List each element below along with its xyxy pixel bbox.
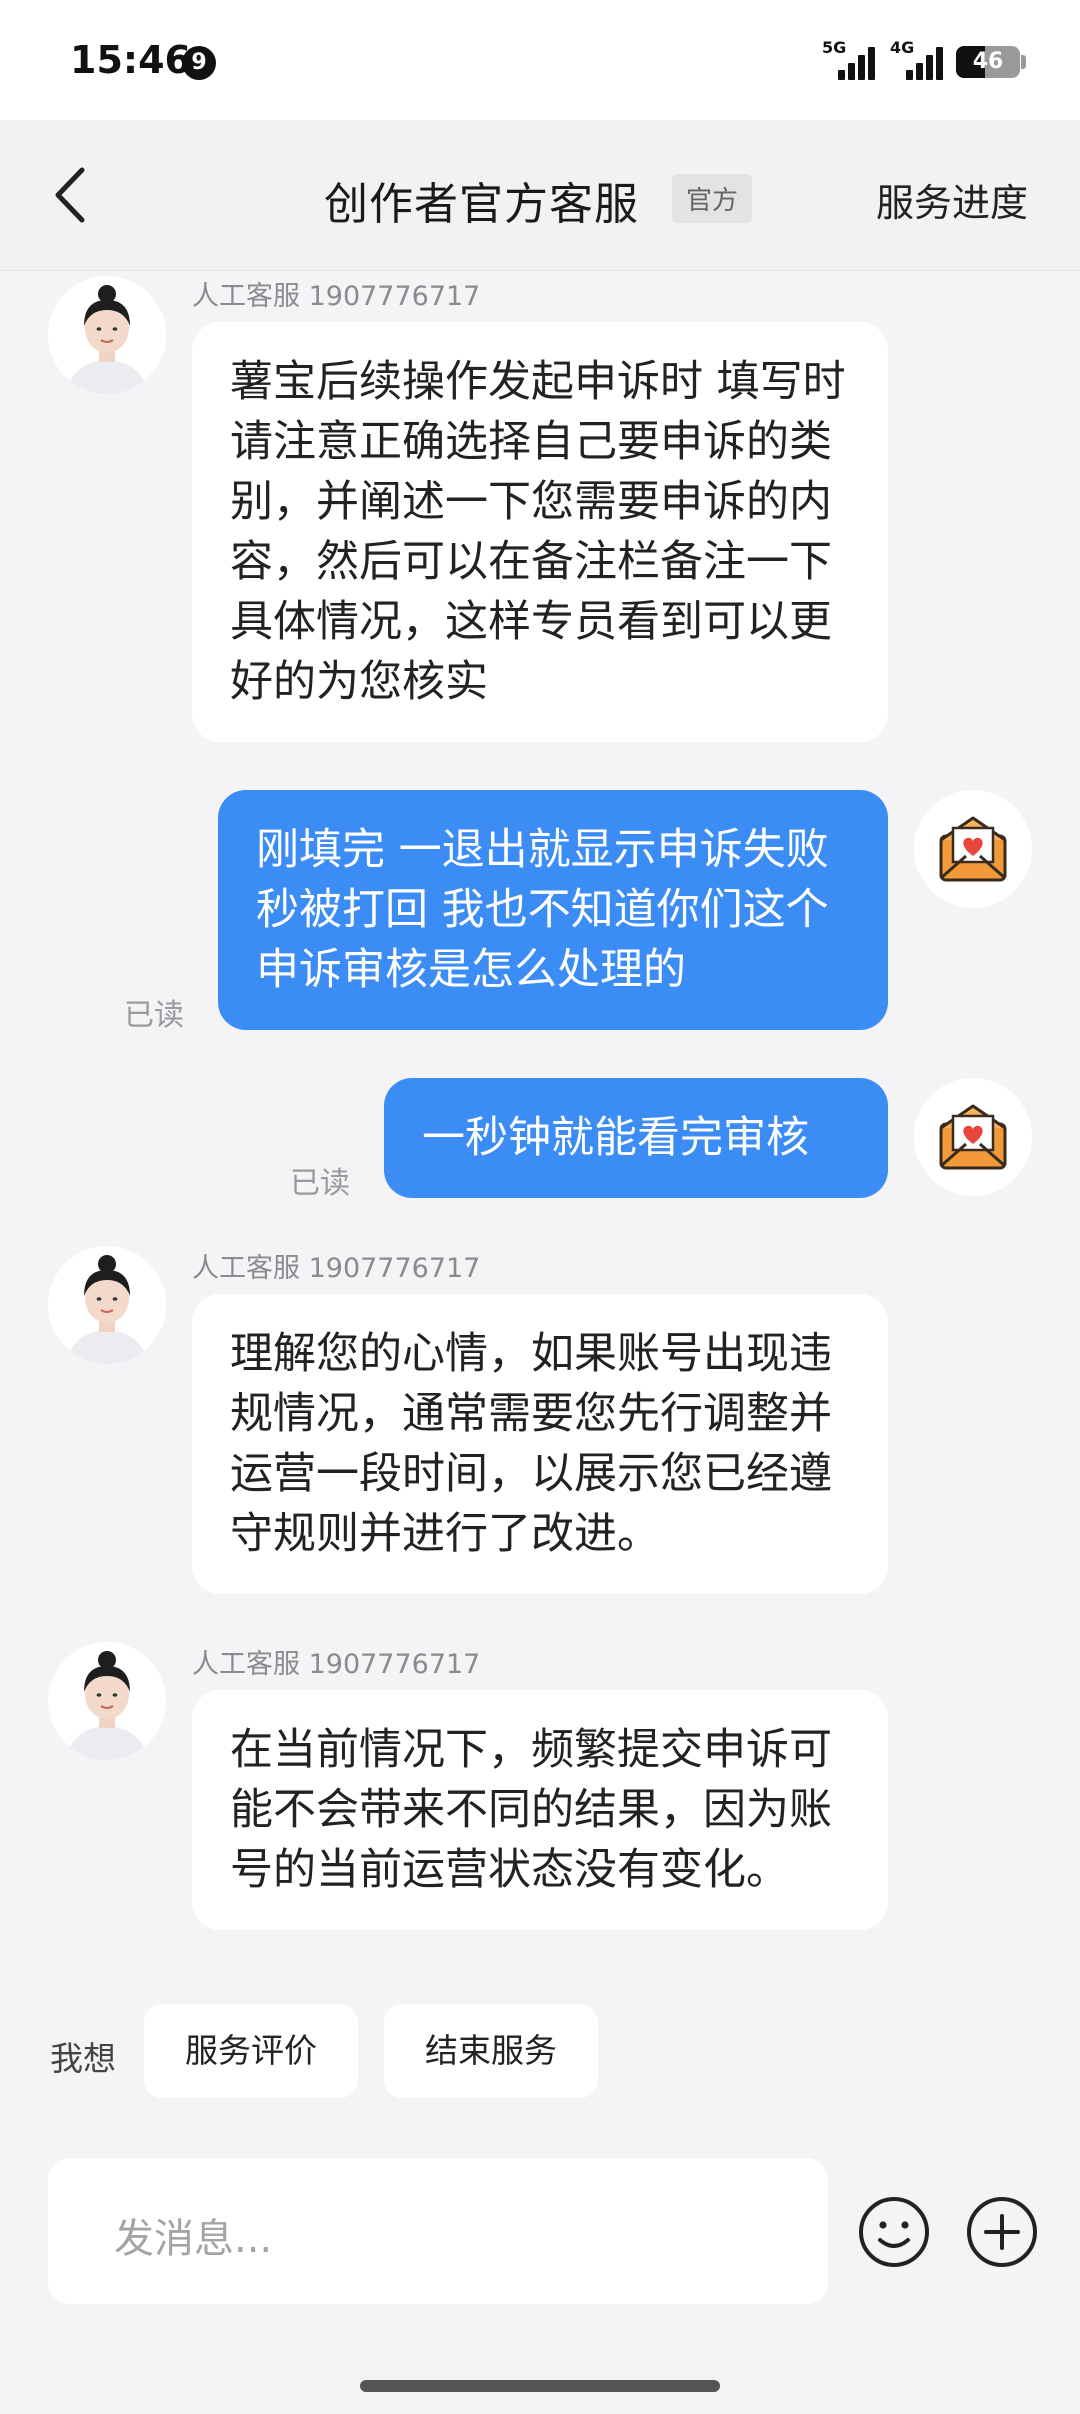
status-time: 15:46 <box>70 38 191 82</box>
love-letter-icon <box>939 1104 1007 1170</box>
incoming-bubble[interactable]: 在当前情况下，频繁提交申诉可能不会带来不同的结果，因为账号的当前运营状态没有变化… <box>192 1690 888 1930</box>
add-button[interactable] <box>964 2194 1040 2270</box>
agent-avatar-icon <box>48 1642 166 1760</box>
bottom-panel: 我想 服务评价 结束服务 发消息... <box>0 1980 1080 2414</box>
battery-cap <box>1021 55 1026 69</box>
love-letter-icon <box>939 816 1007 882</box>
sender-name: 人工客服 1907776717 <box>192 1649 481 1680</box>
my-avatar[interactable] <box>914 1078 1032 1196</box>
plus-circle-icon <box>967 2197 1037 2267</box>
read-status: 已读 <box>124 998 184 1033</box>
official-badge: 官方 <box>672 174 753 223</box>
back-button[interactable] <box>44 160 104 230</box>
agent-avatar[interactable] <box>48 1246 166 1364</box>
agent-avatar-icon <box>48 276 166 394</box>
sender-name: 人工客服 1907776717 <box>192 281 481 312</box>
chat-header: 创作者官方客服 官方 服务进度 <box>0 120 1080 271</box>
chevron-left-icon <box>55 167 85 223</box>
status-bar: 15:46 9 5G 4G 46 <box>0 0 1080 120</box>
read-status: 已读 <box>290 1166 350 1201</box>
service-progress-link[interactable]: 服务进度 <box>876 172 1028 227</box>
my-avatar[interactable] <box>914 790 1032 908</box>
emoji-button[interactable] <box>856 2194 932 2270</box>
battery-icon: 46 <box>956 46 1020 78</box>
home-indicator[interactable] <box>360 2380 720 2392</box>
sender-name: 人工客服 1907776717 <box>192 1253 481 1284</box>
agent-avatar-icon <box>48 1246 166 1364</box>
page-title: 创作者官方客服 <box>324 179 639 230</box>
agent-avatar[interactable] <box>48 1642 166 1760</box>
end-service-button[interactable]: 结束服务 <box>384 2004 598 2098</box>
quick-actions-label: 我想 <box>50 2039 116 2078</box>
battery-level: 46 <box>972 49 1004 74</box>
incoming-bubble[interactable]: 理解您的心情，如果账号出现违规情况，通常需要您先行调整并运营一段时间，以展示您已… <box>192 1294 888 1594</box>
notification-count-badge: 9 <box>182 46 216 80</box>
outgoing-bubble[interactable]: 一秒钟就能看完审核 <box>384 1078 888 1198</box>
message-input-placeholder: 发消息... <box>114 2216 273 2262</box>
incoming-bubble[interactable]: 薯宝后续操作发起申诉时 填写时请注意正确选择自己要申诉的类别，并阐述一下您需要申… <box>192 322 888 742</box>
agent-avatar[interactable] <box>48 276 166 394</box>
outgoing-bubble[interactable]: 刚填完 一退出就显示申诉失败 秒被打回 我也不知道你们这个申诉审核是怎么处理的 <box>218 790 888 1030</box>
message-input[interactable]: 发消息... <box>48 2158 828 2304</box>
smiley-icon <box>859 2197 929 2267</box>
service-rating-button[interactable]: 服务评价 <box>144 2004 358 2098</box>
